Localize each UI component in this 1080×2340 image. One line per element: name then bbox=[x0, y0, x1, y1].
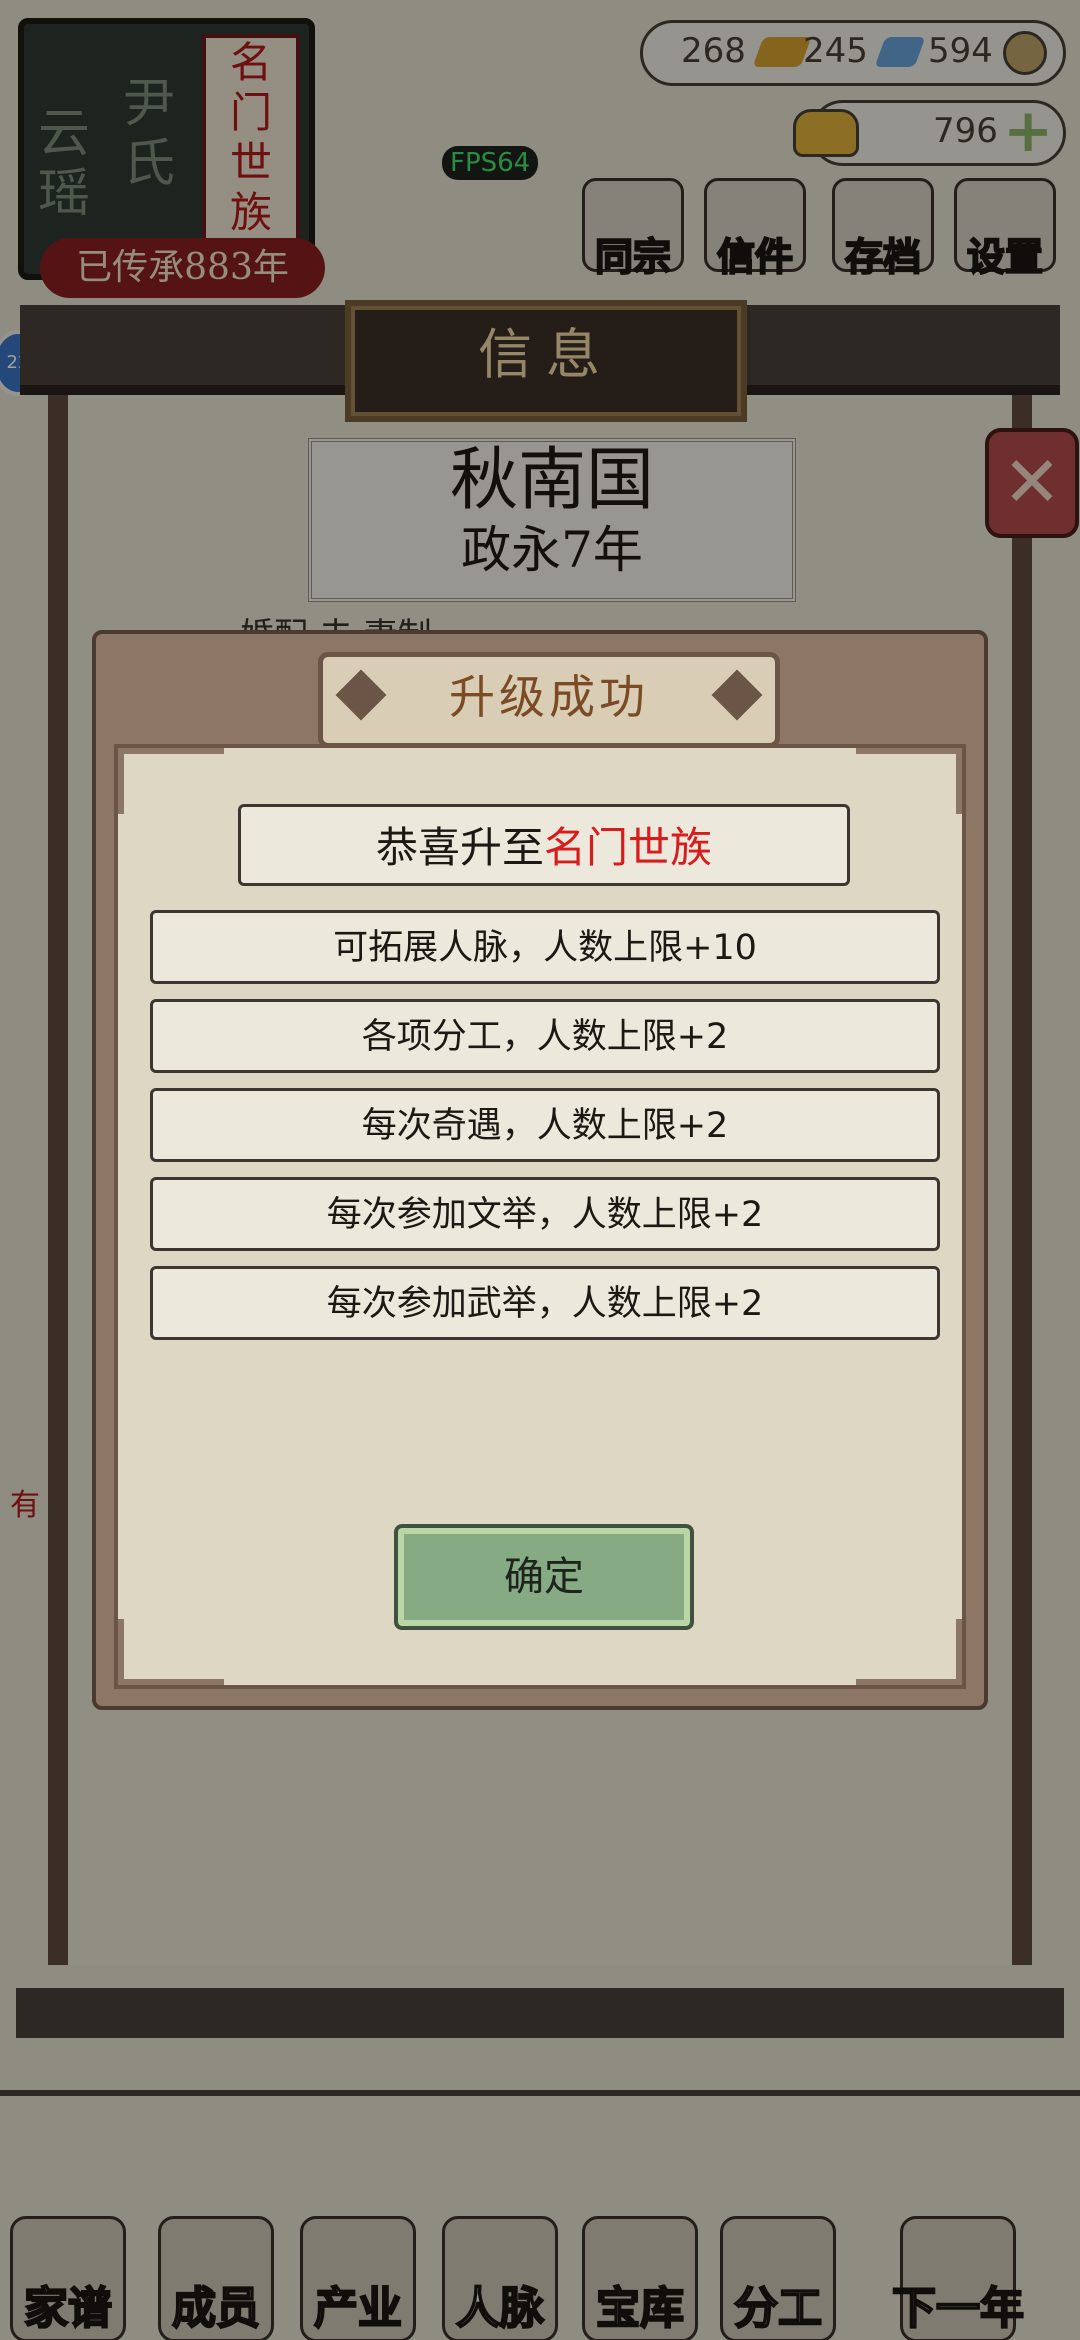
add-ingot-icon[interactable]: + bbox=[1003, 101, 1053, 161]
clan-button[interactable]: 同宗 bbox=[578, 178, 688, 281]
nav-members[interactable]: 成员 bbox=[156, 2216, 276, 2340]
side-text: 有 bbox=[10, 1488, 40, 1523]
silver-count: 245 bbox=[803, 31, 868, 71]
country-name: 秋南国 bbox=[449, 441, 654, 520]
clan-surname: 尹氏 bbox=[122, 74, 175, 194]
perk-item: 各项分工，人数上限+2 bbox=[150, 999, 940, 1073]
confirm-button[interactable]: 确定 bbox=[394, 1524, 694, 1630]
ingot-count: 796 bbox=[933, 111, 998, 151]
fps-counter: FPS64 bbox=[442, 146, 539, 180]
nav-division[interactable]: 分工 bbox=[718, 2216, 838, 2340]
perk-item: 每次参加文举，人数上限+2 bbox=[150, 1177, 940, 1251]
perk-item: 每次参加武举，人数上限+2 bbox=[150, 1266, 940, 1340]
nav-next-year[interactable]: 下一年 bbox=[858, 2216, 1058, 2340]
ingot-bar[interactable]: 796 + bbox=[793, 100, 1066, 166]
perk-item: 可拓展人脉，人数上限+10 bbox=[150, 910, 940, 984]
upgrade-success-dialog: 升级成功 恭喜升至名门世族 可拓展人脉，人数上限+10 各项分工，人数上限+2 … bbox=[92, 630, 988, 1710]
panel-floor bbox=[16, 1988, 1064, 2038]
nav-treasury[interactable]: 宝库 bbox=[580, 2216, 700, 2340]
coin-icon bbox=[1003, 31, 1047, 75]
dialog-title-plate: 升级成功 bbox=[318, 652, 780, 748]
nav-network[interactable]: 人脉 bbox=[440, 2216, 560, 2340]
settings-button[interactable]: 设置 bbox=[950, 178, 1060, 281]
legacy-years: 已传承883年 bbox=[40, 238, 325, 298]
lattice-corner-icon bbox=[856, 748, 962, 814]
lattice-corner-icon bbox=[856, 1619, 962, 1685]
country-box: 秋南国 政永7年 bbox=[308, 438, 796, 602]
ingot-icon bbox=[793, 109, 859, 157]
era-year: 政永7年 bbox=[461, 521, 643, 579]
close-button[interactable]: ✕ bbox=[985, 428, 1079, 538]
clan-rank-plaque: 名 门 世 族 bbox=[202, 34, 300, 257]
new-rank: 名门世族 bbox=[544, 823, 713, 872]
gold-count: 268 bbox=[681, 31, 746, 71]
perk-item: 每次奇遇，人数上限+2 bbox=[150, 1088, 940, 1162]
close-icon: ✕ bbox=[1002, 441, 1062, 523]
info-title-plate: 信息 bbox=[345, 300, 747, 422]
nav-genealogy[interactable]: 家谱 bbox=[8, 2216, 128, 2340]
save-button[interactable]: 存档 bbox=[828, 178, 938, 281]
lattice-corner-icon bbox=[118, 748, 224, 814]
congrats-message: 恭喜升至名门世族 bbox=[238, 804, 850, 886]
dialog-body: 恭喜升至名门世族 可拓展人脉，人数上限+10 各项分工，人数上限+2 每次奇遇，… bbox=[114, 744, 966, 1689]
bottom-nav: 家谱 成员 产业 人脉 宝库 分工 下一年 bbox=[0, 2090, 1080, 2340]
nav-property[interactable]: 产业 bbox=[298, 2216, 418, 2340]
lattice-corner-icon bbox=[118, 1619, 224, 1685]
dialog-title: 升级成功 bbox=[449, 670, 649, 724]
letters-button[interactable]: 信件 bbox=[700, 178, 810, 281]
silver-bar-icon bbox=[874, 37, 926, 67]
resource-bar: 268 245 594 bbox=[640, 20, 1066, 86]
coin-count: 594 bbox=[928, 31, 993, 71]
clan-region: 云瑶 bbox=[37, 104, 90, 224]
info-title: 信息 bbox=[478, 323, 614, 386]
congrats-prefix: 恭喜升至 bbox=[375, 823, 544, 872]
